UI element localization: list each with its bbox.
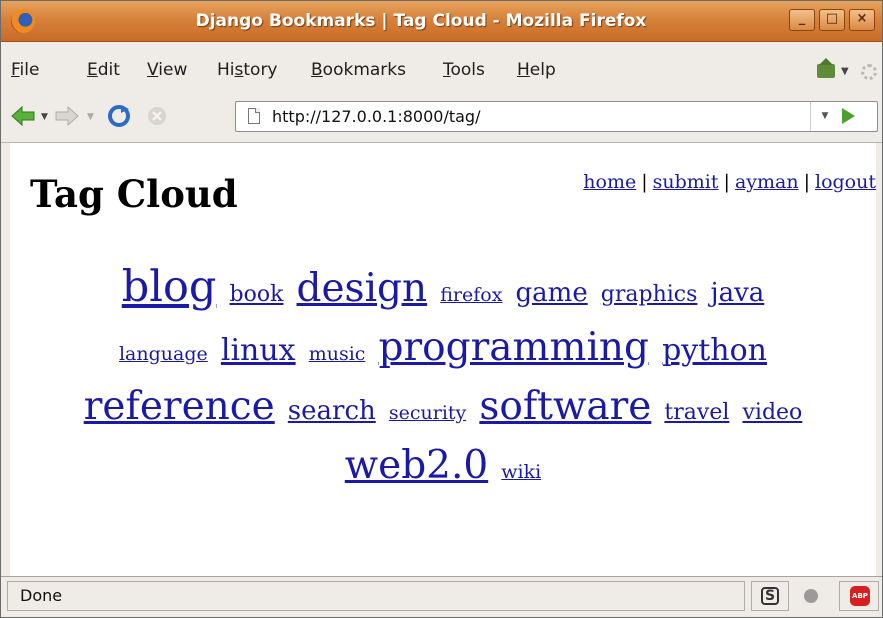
- menu-file[interactable]: File: [11, 60, 39, 80]
- tag-link[interactable]: wiki: [501, 461, 541, 483]
- url-input[interactable]: http://127.0.0.1:8000/tag/: [272, 107, 480, 126]
- status-bar: Done S ABP: [1, 576, 882, 618]
- stop-icon[interactable]: [147, 106, 167, 126]
- s-addon-icon[interactable]: S: [761, 587, 779, 605]
- tag-link[interactable]: linux: [221, 333, 296, 368]
- reload-icon[interactable]: [107, 104, 131, 128]
- menu-bookmarks-text-b: ookmarks: [322, 60, 406, 80]
- tag-link[interactable]: programming: [379, 325, 649, 370]
- tag-link[interactable]: game: [516, 278, 588, 308]
- tag-link[interactable]: travel: [664, 400, 729, 425]
- page-title: Tag Cloud: [30, 172, 238, 216]
- back-history-dropdown-icon[interactable]: ▼: [41, 112, 48, 122]
- tag-link[interactable]: video: [742, 400, 802, 425]
- menu-history[interactable]: History: [217, 60, 278, 80]
- menu-tools-text-b: ools: [450, 60, 485, 80]
- user-nav-links: home | submit | ayman | logout: [583, 171, 876, 193]
- tag-link[interactable]: blog: [122, 262, 217, 312]
- menu-help-mnemonic: H: [517, 60, 530, 80]
- menu-help-text-b: elp: [529, 60, 556, 80]
- tag-link[interactable]: search: [288, 396, 376, 426]
- adblock-plus-icon[interactable]: ABP: [850, 586, 870, 606]
- tag-link[interactable]: book: [230, 282, 284, 307]
- home-link[interactable]: home: [583, 171, 636, 193]
- tag-link[interactable]: web2.0: [345, 443, 488, 488]
- url-history-dropdown-icon[interactable]: ▼: [810, 102, 839, 131]
- menu-view-text-b: iew: [158, 60, 188, 80]
- menu-edit-mnemonic: E: [87, 60, 98, 80]
- forward-history-dropdown-icon[interactable]: ▼: [87, 112, 94, 122]
- minimize-button[interactable]: _: [789, 9, 815, 31]
- firefox-logo-icon[interactable]: [11, 9, 35, 33]
- menu-file-text-b: ile: [19, 60, 40, 80]
- window-title: Django Bookmarks | Tag Cloud - Mozilla F…: [195, 11, 647, 31]
- nav-separator: |: [723, 171, 730, 193]
- tag-link[interactable]: java: [711, 278, 765, 308]
- menu-bookmarks[interactable]: Bookmarks: [311, 60, 406, 80]
- close-icon: ×: [856, 11, 868, 26]
- tag-link[interactable]: language: [119, 343, 208, 365]
- menu-edit-text-b: dit: [97, 60, 120, 80]
- user-link[interactable]: ayman: [735, 171, 799, 193]
- addon-status-icon[interactable]: [804, 589, 818, 603]
- tag-link[interactable]: firefox: [440, 284, 502, 306]
- submit-link[interactable]: submit: [653, 171, 719, 193]
- nav-separator: |: [641, 171, 648, 193]
- menu-history-text-b: tory: [243, 60, 278, 80]
- title-bar[interactable]: Django Bookmarks | Tag Cloud - Mozilla F…: [1, 1, 882, 42]
- home-icon[interactable]: [817, 58, 835, 78]
- maximize-button[interactable]: □: [819, 9, 845, 31]
- go-icon[interactable]: [842, 108, 855, 124]
- menu-tools-mnemonic: T: [443, 60, 451, 80]
- tag-link[interactable]: reference: [84, 384, 275, 429]
- menu-view[interactable]: View: [147, 60, 187, 80]
- tag-link[interactable]: software: [479, 384, 651, 429]
- menu-help[interactable]: Help: [517, 60, 556, 80]
- throbber-icon: [861, 64, 877, 80]
- navigation-toolbar: ▼ ▼ http://127.0.0.1:8000/tag/ ▼: [1, 92, 882, 143]
- tag-link[interactable]: music: [309, 343, 366, 365]
- menu-history-text-a: Hi: [217, 60, 235, 80]
- logout-link[interactable]: logout: [815, 171, 876, 193]
- tag-link[interactable]: python: [662, 333, 767, 368]
- menu-tools[interactable]: Tools: [443, 60, 485, 80]
- menu-edit[interactable]: Edit: [87, 60, 120, 80]
- tag-link[interactable]: security: [389, 402, 466, 424]
- browser-window: Django Bookmarks | Tag Cloud - Mozilla F…: [0, 0, 883, 618]
- tag-link[interactable]: graphics: [601, 282, 698, 307]
- menu-file-mnemonic: F: [11, 60, 20, 80]
- url-bar[interactable]: http://127.0.0.1:8000/tag/ ▼: [235, 101, 878, 132]
- page-icon: [248, 108, 260, 124]
- nav-separator: |: [803, 171, 810, 193]
- tag-link[interactable]: design: [297, 266, 428, 311]
- tag-cloud: blog book design firefox game graphics j…: [10, 261, 876, 499]
- chevron-down-icon[interactable]: ▼: [841, 66, 849, 77]
- close-button[interactable]: ×: [849, 9, 875, 31]
- page-content: Tag Cloud home | submit | ayman | logout blog …: [10, 143, 876, 576]
- menu-bookmarks-mnemonic: B: [311, 60, 323, 80]
- minimize-icon: _: [798, 11, 806, 26]
- maximize-icon: □: [825, 11, 839, 26]
- menu-view-mnemonic: V: [147, 60, 159, 80]
- status-text: Done: [7, 581, 745, 611]
- forward-icon[interactable]: [55, 106, 79, 126]
- back-icon[interactable]: [11, 106, 35, 126]
- menu-bar: File Edit View History Bookmarks Tools H…: [1, 42, 882, 92]
